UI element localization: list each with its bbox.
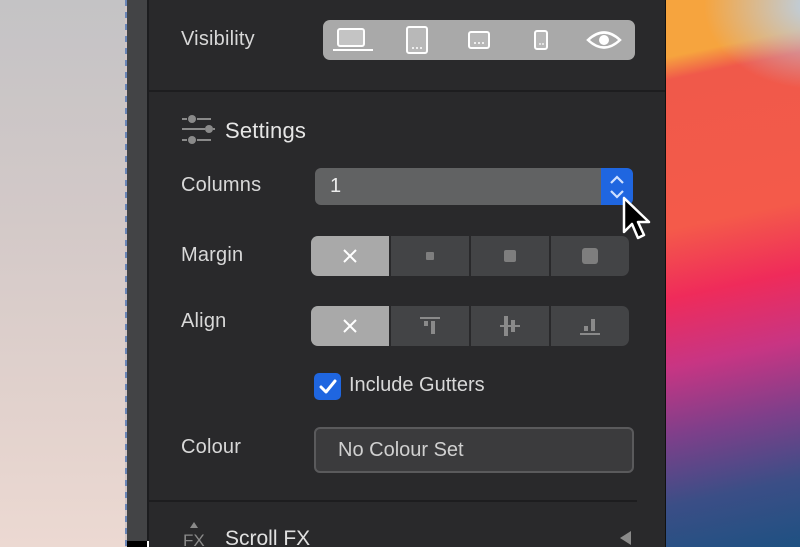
colour-picker-field[interactable]: No Colour Set <box>314 427 634 473</box>
margin-small-button[interactable] <box>389 236 469 276</box>
align-middle-icon <box>500 316 520 336</box>
desktop-background-left <box>0 0 127 547</box>
visibility-toggle-group <box>323 20 635 60</box>
disclosure-triangle-icon[interactable] <box>619 530 633 546</box>
settings-title: Settings <box>225 118 307 143</box>
svg-text:FX: FX <box>183 531 205 547</box>
mouse-cursor-icon <box>622 196 651 240</box>
align-middle-button[interactable] <box>469 306 549 346</box>
visibility-eye-button[interactable] <box>573 20 635 60</box>
scroll-fx-header[interactable]: Scroll FX <box>225 527 310 551</box>
align-bottom-button[interactable] <box>549 306 629 346</box>
visibility-tablet-landscape-button[interactable] <box>448 20 510 60</box>
section-divider <box>149 500 637 502</box>
margin-large-button[interactable] <box>549 236 629 276</box>
eye-icon <box>585 31 622 49</box>
checkmark-icon <box>319 379 336 393</box>
laptop-icon <box>333 28 374 51</box>
x-icon <box>343 319 357 333</box>
margin-medium-button[interactable] <box>469 236 549 276</box>
visibility-tablet-portrait-button[interactable] <box>385 20 447 60</box>
sliders-icon <box>182 115 215 144</box>
fx-icon: FX <box>183 522 205 547</box>
align-none-button[interactable] <box>311 306 389 346</box>
desktop-wallpaper-right <box>666 0 800 547</box>
strip-bottom <box>127 541 147 547</box>
margin-none-button[interactable] <box>311 236 389 276</box>
section-divider <box>149 90 665 92</box>
visibility-phone-button[interactable] <box>510 20 572 60</box>
include-gutters-label[interactable]: Include Gutters <box>349 374 485 397</box>
medium-square-icon <box>504 250 516 262</box>
phone-icon <box>534 30 549 50</box>
columns-label: Columns <box>181 174 262 196</box>
margin-segmented-control <box>311 236 629 276</box>
margin-label: Margin <box>181 244 244 266</box>
canvas-scrollbar-strip[interactable] <box>127 0 149 541</box>
align-segmented-control <box>311 306 629 346</box>
visibility-label: Visibility <box>181 28 255 50</box>
large-square-icon <box>582 248 598 264</box>
small-square-icon <box>426 252 434 260</box>
align-top-button[interactable] <box>389 306 469 346</box>
tablet-portrait-icon <box>405 26 428 54</box>
include-gutters-checkbox[interactable] <box>314 373 341 400</box>
tablet-landscape-icon <box>468 31 491 49</box>
align-label: Align <box>181 310 227 332</box>
align-bottom-icon <box>580 319 600 335</box>
colour-label: Colour <box>181 436 242 458</box>
visibility-desktop-button[interactable] <box>323 20 385 60</box>
align-top-icon <box>420 317 440 334</box>
x-icon <box>343 249 357 263</box>
columns-input[interactable]: 1 <box>315 168 602 205</box>
